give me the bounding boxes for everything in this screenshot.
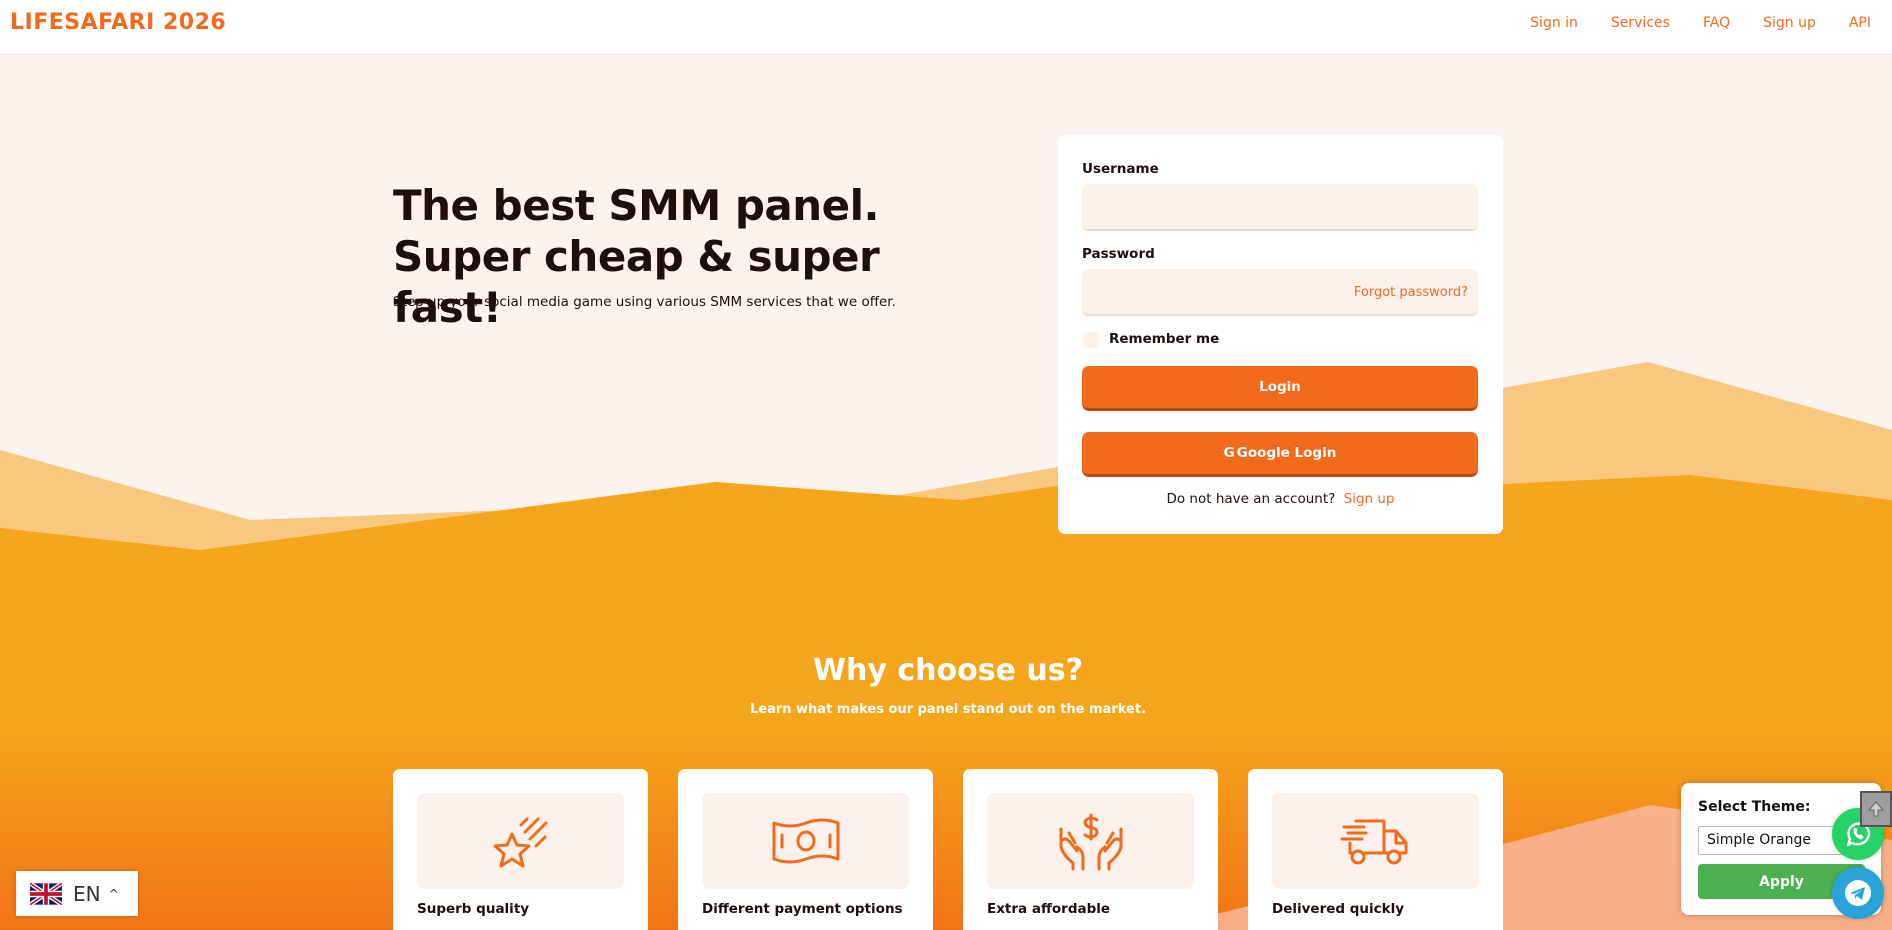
delivery-truck-icon (1272, 793, 1479, 889)
feature-card-quality: Superb quality (393, 769, 648, 930)
remember-me-checkbox[interactable] (1083, 332, 1099, 348)
nav-sign-in[interactable]: Sign in (1530, 15, 1578, 31)
top-navbar: LIFESAFARI 2026 Sign in Services FAQ Sig… (0, 0, 1892, 55)
background-waves (0, 362, 1892, 930)
hands-dollar-icon (987, 793, 1194, 889)
no-account-text: Do not have an account? (1166, 491, 1336, 507)
remember-me-label: Remember me (1109, 331, 1220, 347)
username-input[interactable] (1082, 184, 1478, 231)
telegram-icon (1845, 880, 1871, 906)
chevron-up-icon: ^ (108, 886, 119, 901)
google-login-button[interactable]: G Google Login (1082, 432, 1478, 477)
password-label: Password (1082, 246, 1155, 262)
feature-label-payment: Different payment options (702, 901, 903, 917)
scroll-top-button[interactable] (1860, 791, 1892, 827)
login-button-label: Login (1259, 379, 1301, 395)
google-icon: G (1223, 445, 1235, 461)
hero-title: The best SMM panel. Super cheap & super … (393, 181, 880, 332)
scroll-top-icon (1867, 801, 1885, 817)
username-label: Username (1082, 161, 1159, 177)
nav-sign-up[interactable]: Sign up (1763, 15, 1816, 31)
google-login-label: Google Login (1236, 445, 1337, 461)
telegram-button[interactable] (1832, 867, 1884, 919)
shooting-star-icon (417, 793, 624, 889)
feature-card-payment: Different payment options (678, 769, 933, 930)
feature-card-affordable: Extra affordable (963, 769, 1218, 930)
theme-label: Select Theme: (1698, 799, 1811, 815)
feature-label-quality: Superb quality (417, 901, 530, 917)
language-switcher[interactable]: EN ^ (16, 871, 138, 916)
uk-flag-icon (30, 881, 62, 906)
nav-api[interactable]: API (1849, 15, 1871, 31)
feature-card-delivery: Delivered quickly (1248, 769, 1503, 930)
hero-subtitle: Step up your social media game using var… (393, 294, 896, 310)
feature-label-delivery: Delivered quickly (1272, 901, 1405, 917)
login-card: Username Password Forgot password? Remem… (1058, 135, 1503, 534)
signup-link[interactable]: Sign up (1344, 491, 1395, 507)
nav-faq[interactable]: FAQ (1703, 15, 1730, 31)
why-subtitle: Learn what makes our panel stand out on … (749, 702, 1147, 717)
nav-links: Sign in Services FAQ Sign up API (1530, 15, 1892, 31)
nav-services[interactable]: Services (1611, 15, 1670, 31)
login-button[interactable]: Login (1082, 366, 1478, 411)
language-code: EN (73, 881, 101, 906)
brand-logo[interactable]: LIFESAFARI 2026 (10, 10, 226, 35)
banknote-icon (702, 793, 909, 889)
signup-prompt: Do not have an account? Sign up (1058, 491, 1503, 507)
feature-label-affordable: Extra affordable (987, 901, 1111, 917)
theme-apply-label: Apply (1759, 873, 1804, 890)
why-title: Why choose us? (812, 653, 1084, 688)
forgot-password-link[interactable]: Forgot password? (1354, 285, 1468, 300)
